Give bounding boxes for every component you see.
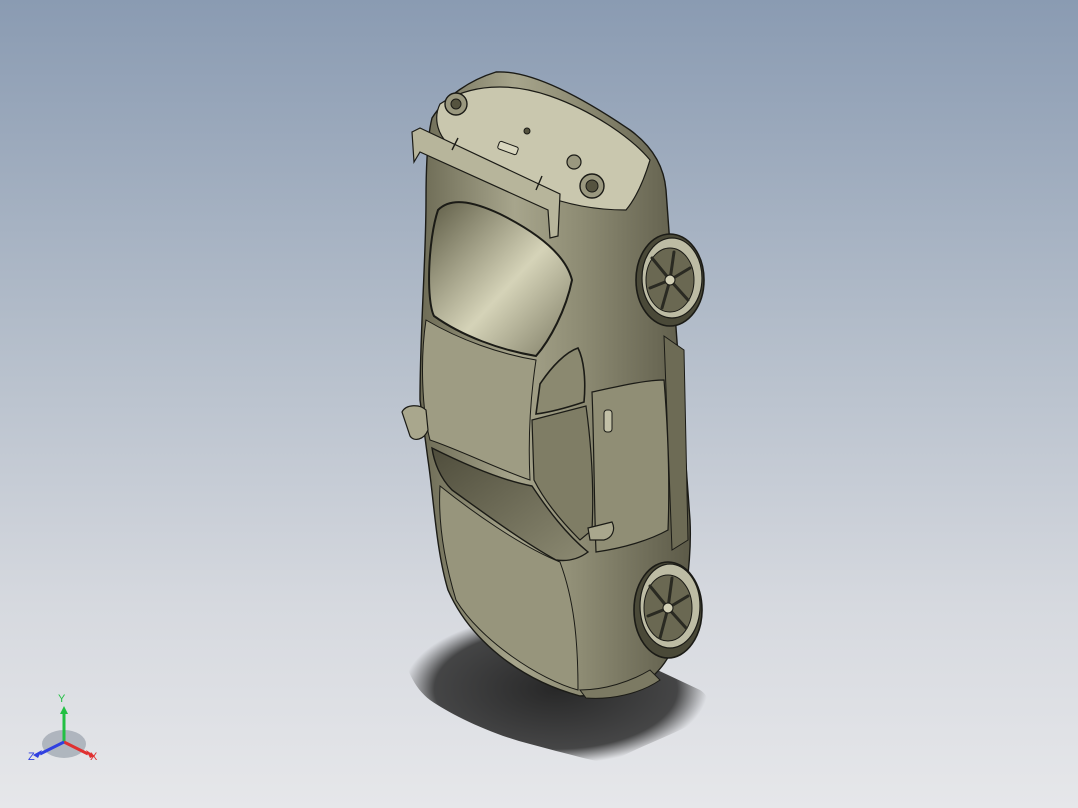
view-triad[interactable]: Y X Z [22,692,112,772]
exhaust-left-inner [450,98,462,110]
y-axis-arrow [60,706,68,714]
rear-wheel [635,233,705,327]
trunk-lock [523,127,531,135]
mirror-left [401,405,429,440]
triad-x-label: X [90,751,98,763]
exhaust-right-2 [566,154,582,170]
triad-z-label: Z [28,751,35,763]
exhaust-right-inner [585,179,599,193]
front-wheel [633,561,703,659]
model-scene[interactable] [0,0,1078,808]
graphics-viewport[interactable]: Y X Z [0,0,1078,808]
triad-graphic [33,706,95,758]
triad-y-label: Y [58,693,66,705]
door-handle [603,409,613,433]
